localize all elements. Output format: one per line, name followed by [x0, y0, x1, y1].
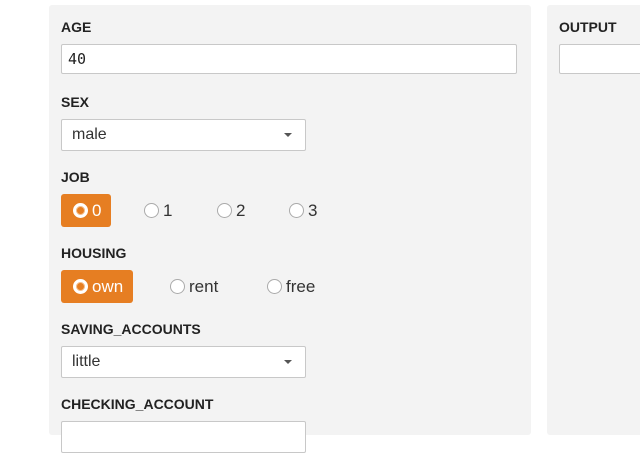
job-label: JOB — [61, 169, 90, 185]
job-option-0[interactable]: 0 — [61, 194, 112, 227]
housing-option-label: own — [92, 276, 124, 296]
age-input[interactable]: 40 — [61, 44, 517, 74]
saving-accounts-label: SAVING_ACCOUNTS — [61, 321, 201, 337]
job-option-label: 3 — [308, 200, 318, 220]
housing-option-label: free — [286, 276, 316, 296]
job-option-1[interactable]: 1 — [144, 194, 172, 227]
chevron-down-icon — [284, 360, 292, 364]
job-option-label: 1 — [163, 200, 173, 220]
saving-accounts-select[interactable]: little — [61, 346, 306, 378]
housing-option-label: rent — [189, 276, 219, 296]
output-label: OUTPUT — [559, 19, 617, 35]
job-option-3[interactable]: 3 — [289, 194, 317, 227]
radio-selected-icon — [73, 279, 88, 294]
radio-icon — [289, 203, 304, 218]
sex-select[interactable]: male — [61, 119, 306, 151]
output-field — [559, 44, 640, 74]
checking-account-select[interactable] — [61, 421, 306, 453]
radio-icon — [267, 279, 282, 294]
age-label: AGE — [61, 19, 92, 35]
job-option-2[interactable]: 2 — [217, 194, 245, 227]
sex-select-value: male — [72, 126, 107, 143]
output-panel: OUTPUT — [547, 5, 640, 435]
sex-label: SEX — [61, 94, 90, 110]
input-panel: AGE 40 SEX male JOB 0 1 2 3 HOUSING own — [49, 5, 531, 453]
radio-icon — [217, 203, 232, 218]
radio-icon — [144, 203, 159, 218]
saving-accounts-select-value: little — [72, 353, 101, 370]
chevron-down-icon — [284, 133, 292, 137]
housing-label: HOUSING — [61, 245, 127, 261]
radio-icon — [170, 279, 185, 294]
radio-selected-icon — [73, 203, 88, 218]
job-option-label: 0 — [92, 200, 102, 220]
housing-option-own[interactable]: own — [61, 270, 134, 303]
housing-option-rent[interactable]: rent — [170, 270, 218, 303]
housing-option-free[interactable]: free — [267, 270, 315, 303]
housing-radio-group: own rent free — [61, 270, 361, 303]
job-radio-group: 0 1 2 3 — [61, 194, 361, 227]
checking-account-label: CHECKING_ACCOUNT — [61, 396, 214, 412]
job-option-label: 2 — [236, 200, 246, 220]
